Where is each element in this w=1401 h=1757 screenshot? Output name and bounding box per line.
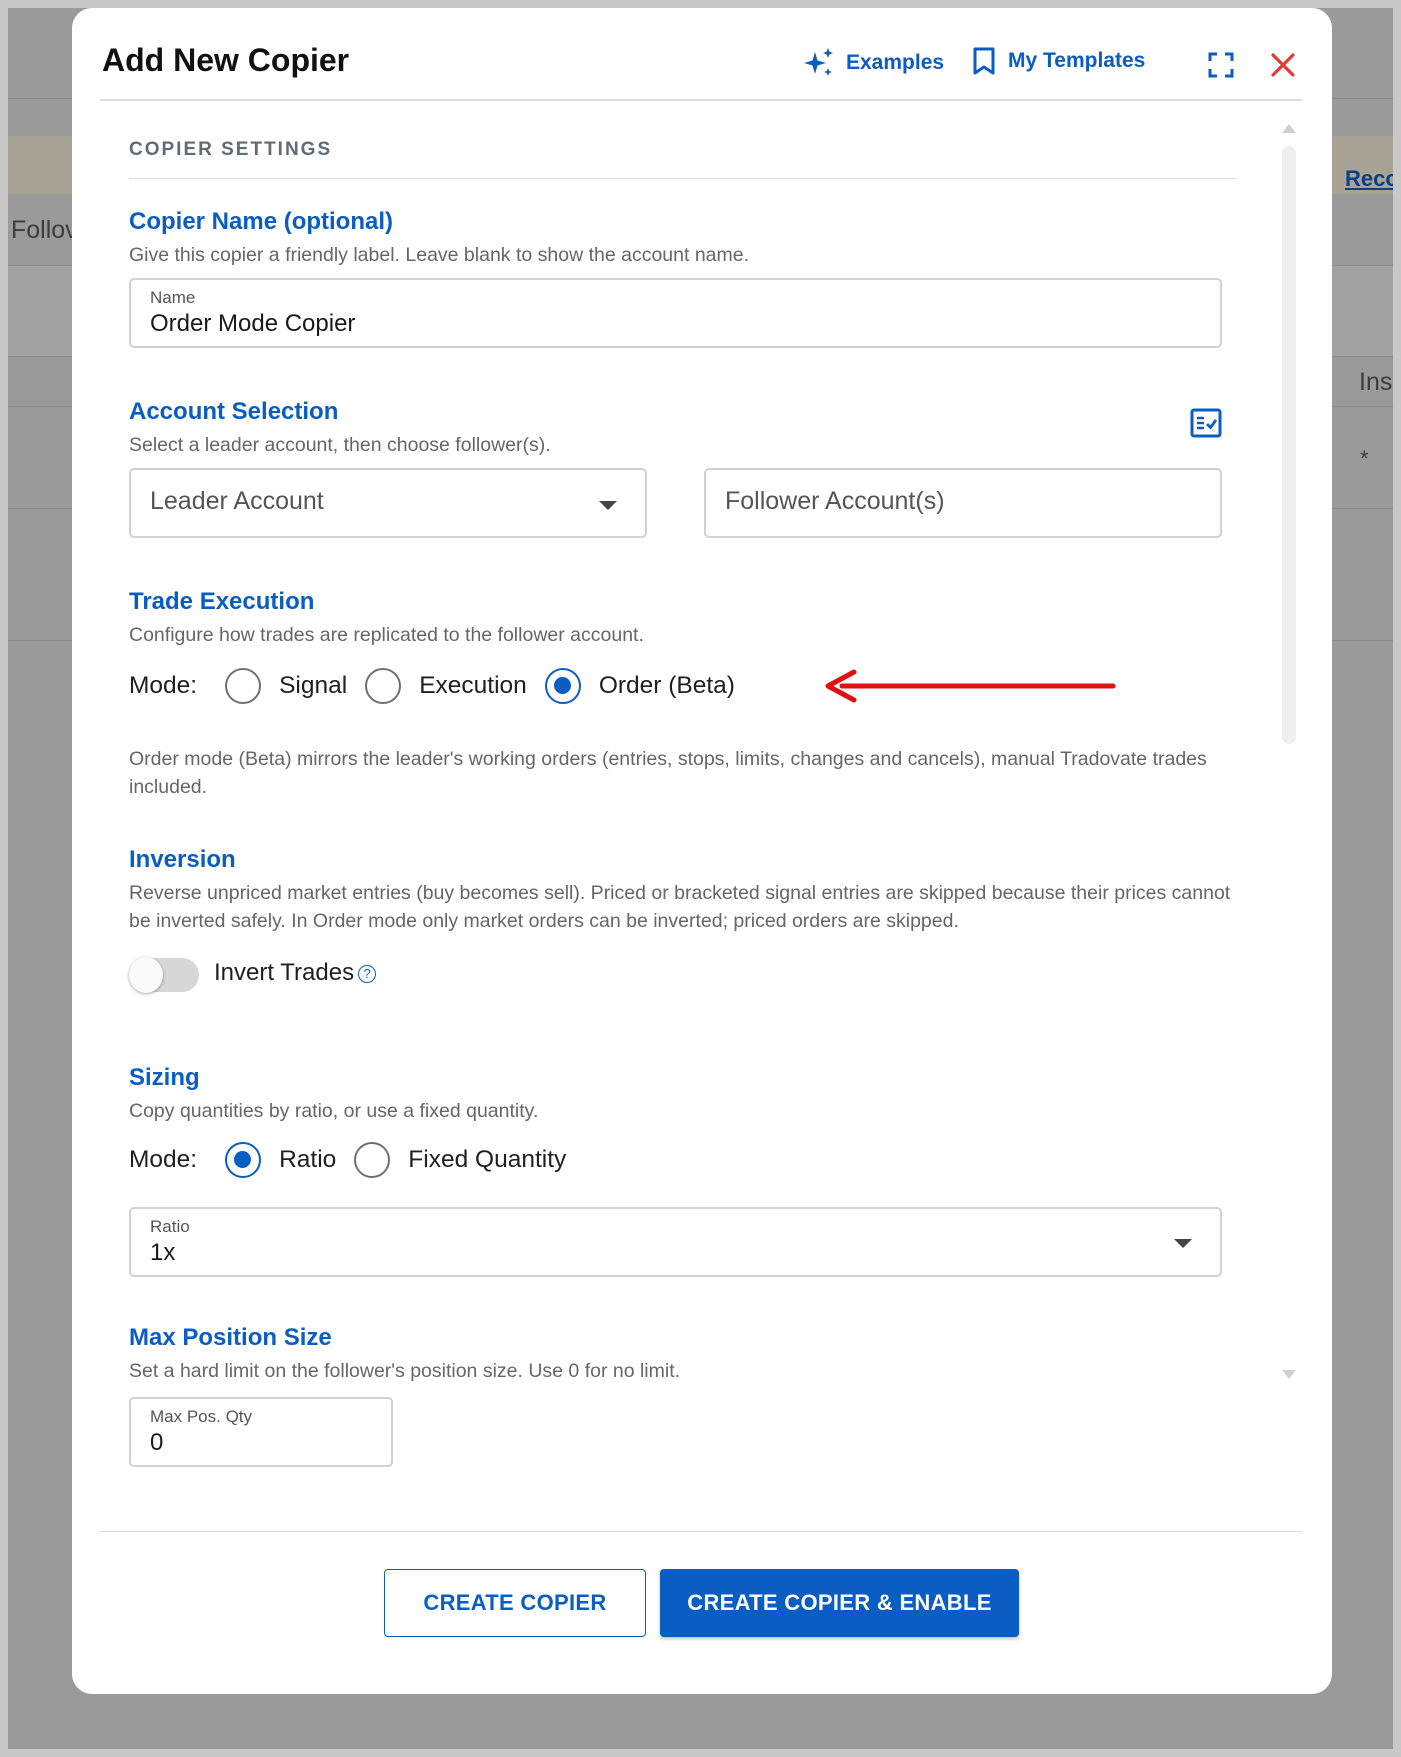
close-icon[interactable] xyxy=(1268,50,1298,80)
my-templates-label: My Templates xyxy=(1008,49,1146,72)
order-mode-note: Order mode (Beta) mirrors the leader's w… xyxy=(129,748,1207,798)
ratio-select[interactable]: Ratio 1x xyxy=(129,1207,1222,1277)
sizing-heading: Sizing xyxy=(129,1064,200,1091)
examples-button[interactable]: Examples xyxy=(802,46,944,80)
trade-execution-heading: Trade Execution xyxy=(129,588,315,615)
dialog-header: Add New Copier Examples My Templates xyxy=(72,8,1332,100)
help-icon[interactable]: ? xyxy=(358,965,377,983)
radio-ratio-label[interactable]: Ratio xyxy=(279,1146,336,1174)
bookmark-icon xyxy=(973,47,995,75)
radio-order-beta[interactable] xyxy=(544,668,581,704)
max-position-field-value: 0 xyxy=(150,1429,164,1456)
account-selection-description: Select a leader account, then choose fol… xyxy=(129,434,551,456)
sparkle-icon xyxy=(804,48,833,76)
fullscreen-icon[interactable] xyxy=(1208,52,1234,78)
scrollbar[interactable] xyxy=(1282,124,1296,1380)
execution-mode-group: Mode: Signal Execution Order (Beta) xyxy=(129,668,753,704)
toggle-knob xyxy=(129,957,163,993)
section-divider xyxy=(129,178,1237,179)
inversion-description: Reverse unpriced market entries (buy bec… xyxy=(129,882,1231,932)
sizing-description: Copy quantities by ratio, or use a fixed… xyxy=(129,1100,539,1122)
chevron-down-icon xyxy=(1174,1239,1192,1248)
bg-link[interactable]: Reco xyxy=(1345,166,1393,192)
max-position-description: Set a hard limit on the follower's posit… xyxy=(129,1360,681,1382)
bg-follow-text: Follov xyxy=(11,216,78,244)
copier-name-field-label: Name xyxy=(150,288,196,307)
copier-name-heading: Copier Name (optional) xyxy=(129,208,394,235)
radio-order-beta-label[interactable]: Order (Beta) xyxy=(599,672,735,700)
trade-execution-description: Configure how trades are replicated to t… xyxy=(129,624,644,646)
leader-account-placeholder: Leader Account xyxy=(150,487,324,515)
create-copier-enable-button[interactable]: CREATE COPIER & ENABLE xyxy=(660,1569,1019,1637)
add-copier-dialog: Add New Copier Examples My Templates COP… xyxy=(72,8,1332,1694)
header-divider xyxy=(100,99,1302,101)
copier-name-field-value: Order Mode Copier xyxy=(150,310,356,337)
bg-ins-text: Ins xyxy=(1359,368,1393,396)
radio-signal[interactable] xyxy=(225,668,262,704)
my-templates-button[interactable]: My Templates xyxy=(970,46,1145,76)
max-position-heading: Max Position Size xyxy=(129,1324,332,1351)
follower-accounts-placeholder: Follower Account(s) xyxy=(725,487,945,515)
leader-account-select[interactable]: Leader Account xyxy=(129,468,647,538)
dialog-title: Add New Copier xyxy=(102,42,350,78)
copier-name-field[interactable]: Name Order Mode Copier xyxy=(129,278,1222,348)
invert-trades-toggle[interactable] xyxy=(129,957,199,993)
max-position-field-label: Max Pos. Qty xyxy=(150,1407,253,1426)
footer-divider xyxy=(100,1531,1302,1532)
section-caption: COPIER SETTINGS xyxy=(129,139,333,160)
red-arrow-annotation xyxy=(825,669,1116,703)
scroll-up-arrow[interactable] xyxy=(1282,124,1296,133)
account-selection-heading: Account Selection xyxy=(129,398,339,425)
follower-accounts-select[interactable]: Follower Account(s) xyxy=(704,468,1222,538)
radio-signal-label[interactable]: Signal xyxy=(279,672,347,700)
radio-execution[interactable] xyxy=(365,668,402,704)
invert-trades-row: Invert Trades? xyxy=(214,959,377,987)
create-copier-button[interactable]: CREATE COPIER xyxy=(384,1569,646,1637)
ratio-field-label: Ratio xyxy=(150,1217,190,1236)
radio-execution-label[interactable]: Execution xyxy=(419,672,527,700)
scroll-down-arrow[interactable] xyxy=(1282,1370,1296,1379)
ratio-field-value: 1x xyxy=(150,1239,176,1266)
scroll-thumb[interactable] xyxy=(1282,146,1296,744)
checklist-icon[interactable] xyxy=(1190,408,1222,438)
max-position-field[interactable]: Max Pos. Qty 0 xyxy=(129,1397,393,1467)
settings-scroll-area[interactable]: COPIER SETTINGS Copier Name (optional) G… xyxy=(72,102,1332,1532)
copier-name-description: Give this copier a friendly label. Leave… xyxy=(129,244,750,266)
chevron-down-icon xyxy=(599,501,617,510)
radio-fixed-quantity-label[interactable]: Fixed Quantity xyxy=(408,1146,566,1174)
sizing-mode-label: Mode: xyxy=(129,1146,198,1173)
bg-asterisk: * xyxy=(1360,446,1369,471)
radio-fixed-quantity[interactable] xyxy=(354,1142,391,1178)
sizing-mode-group: Mode: Ratio Fixed Quantity xyxy=(129,1142,584,1178)
invert-trades-label: Invert Trades xyxy=(214,959,355,986)
radio-ratio[interactable] xyxy=(225,1142,262,1178)
inversion-heading: Inversion xyxy=(129,846,236,873)
execution-mode-label: Mode: xyxy=(129,672,198,699)
examples-label: Examples xyxy=(846,51,945,74)
